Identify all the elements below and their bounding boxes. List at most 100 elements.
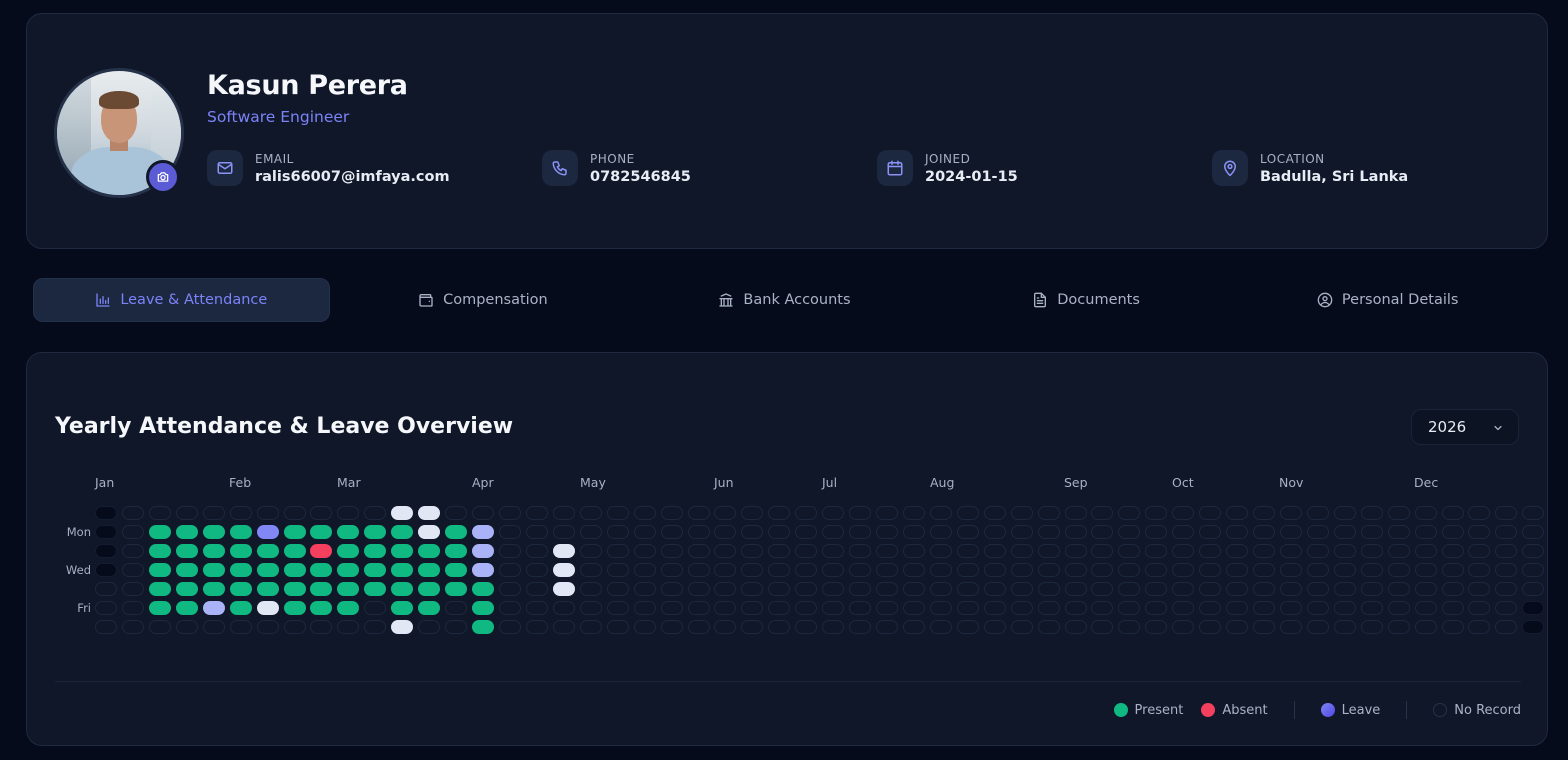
day-cell-no-record[interactable] (1279, 601, 1302, 615)
day-cell-no-record[interactable] (1253, 544, 1275, 558)
day-cell-no-record[interactable] (876, 544, 898, 558)
day-cell-no-record[interactable] (1037, 506, 1060, 520)
day-cell-no-record[interactable] (1468, 620, 1491, 634)
day-cell-no-record[interactable] (633, 506, 656, 520)
day-cell-no-record[interactable] (1441, 582, 1464, 596)
day-cell-no-record[interactable] (902, 544, 925, 558)
change-photo-button[interactable] (146, 160, 180, 194)
day-cell-no-record[interactable] (983, 506, 1006, 520)
day-cell-no-record[interactable] (1172, 582, 1195, 596)
day-cell-no-record[interactable] (1064, 544, 1087, 558)
day-cell-no-record[interactable] (1118, 601, 1141, 615)
day-cell-no-record[interactable] (929, 620, 952, 634)
day-cell-no-record[interactable] (1306, 582, 1329, 596)
day-cell-no-record[interactable] (902, 525, 925, 539)
day-cell-no-record[interactable] (633, 601, 656, 615)
day-cell-no-record[interactable] (445, 506, 468, 520)
day-cell-no-record[interactable] (1468, 601, 1491, 615)
day-cell-present[interactable] (175, 563, 198, 577)
day-cell-no-record[interactable] (1522, 544, 1545, 558)
day-cell-leave[interactable] (256, 525, 279, 539)
day-cell-no-record[interactable] (1387, 506, 1410, 520)
day-cell-no-record[interactable] (121, 563, 144, 577)
day-cell-no-record[interactable] (1091, 563, 1114, 577)
day-cell-no-record[interactable] (902, 506, 925, 520)
day-cell-no-record[interactable] (956, 506, 979, 520)
day-cell-no-record[interactable] (876, 601, 898, 615)
day-cell-no-record[interactable] (1226, 544, 1249, 558)
day-cell-no-record[interactable] (525, 563, 548, 577)
day-cell-no-record[interactable] (1064, 506, 1087, 520)
day-cell-no-record[interactable] (1064, 620, 1087, 634)
day-cell-no-record[interactable] (1010, 601, 1033, 615)
day-cell-present[interactable] (202, 582, 225, 596)
day-cell-no-record[interactable] (1360, 525, 1383, 539)
day-cell-no-record[interactable] (795, 544, 818, 558)
day-cell-no-record[interactable] (606, 506, 629, 520)
day-cell-no-record[interactable] (741, 601, 764, 615)
day-cell-no-record[interactable] (1226, 506, 1249, 520)
day-cell-no-record[interactable] (902, 601, 925, 615)
day-cell-no-record[interactable] (1441, 506, 1464, 520)
day-cell-no-record[interactable] (983, 563, 1006, 577)
day-cell-no-record[interactable] (1199, 601, 1222, 615)
day-cell-present[interactable] (472, 582, 494, 596)
day-cell-no-record[interactable] (902, 620, 925, 634)
day-cell-no-record[interactable] (741, 582, 764, 596)
day-cell-present[interactable] (391, 525, 414, 539)
day-cell-no-record[interactable] (687, 620, 710, 634)
day-cell-present[interactable] (256, 544, 279, 558)
day-cell-no-record[interactable] (1091, 582, 1114, 596)
day-cell-no-record[interactable] (1414, 601, 1437, 615)
day-cell-present[interactable] (337, 601, 360, 615)
day-cell-no-record[interactable] (1064, 601, 1087, 615)
day-cell-no-record[interactable] (929, 544, 952, 558)
day-cell-present[interactable] (310, 582, 333, 596)
day-cell-no-record[interactable] (1253, 601, 1275, 615)
day-cell-present[interactable] (175, 582, 198, 596)
day-cell-no-record[interactable] (1010, 544, 1033, 558)
day-cell-no-record[interactable] (956, 563, 979, 577)
day-cell-present[interactable] (229, 525, 252, 539)
day-cell-no-record[interactable] (849, 544, 871, 558)
day-cell-present[interactable] (445, 525, 468, 539)
day-cell-no-record[interactable] (768, 544, 791, 558)
day-cell-no-record[interactable] (229, 620, 252, 634)
day-cell-present[interactable] (175, 544, 198, 558)
day-cell-no-record[interactable] (1387, 601, 1410, 615)
tab-leave-attendance[interactable]: Leave & Attendance (33, 278, 330, 322)
day-cell-no-record[interactable] (1360, 563, 1383, 577)
day-cell-no-record[interactable] (660, 601, 683, 615)
day-cell-present[interactable] (283, 525, 306, 539)
day-cell-no-record[interactable] (1495, 544, 1518, 558)
day-cell-present[interactable] (472, 620, 494, 634)
day-cell-present[interactable] (337, 544, 360, 558)
day-cell-no-record[interactable] (1414, 620, 1437, 634)
day-cell-no-record[interactable] (310, 620, 333, 634)
day-cell-present[interactable] (283, 563, 306, 577)
day-cell-present[interactable] (202, 544, 225, 558)
day-cell-no-record[interactable] (1387, 620, 1410, 634)
day-cell-no-record[interactable] (552, 620, 575, 634)
day-cell-no-record[interactable] (1468, 582, 1491, 596)
day-cell-no-record[interactable] (876, 582, 898, 596)
day-cell-no-record[interactable] (1360, 544, 1383, 558)
day-cell-no-record[interactable] (795, 525, 818, 539)
day-cell-no-record[interactable] (1172, 601, 1195, 615)
day-cell-no-record[interactable] (1333, 620, 1356, 634)
day-cell-no-record[interactable] (175, 620, 198, 634)
day-cell-no-record[interactable] (714, 620, 737, 634)
day-cell-no-record[interactable] (1118, 582, 1141, 596)
day-cell-present[interactable] (229, 601, 252, 615)
day-cell-no-record[interactable] (579, 525, 602, 539)
day-cell-holiday[interactable] (391, 506, 414, 520)
day-cell-no-record[interactable] (1522, 582, 1545, 596)
day-cell-no-record[interactable] (1306, 601, 1329, 615)
day-cell-no-record[interactable] (768, 620, 791, 634)
day-cell-no-record[interactable] (849, 620, 871, 634)
day-cell-present[interactable] (418, 601, 441, 615)
day-cell-present[interactable] (337, 582, 360, 596)
day-cell-no-record[interactable] (1118, 506, 1141, 520)
day-cell-no-record[interactable] (283, 506, 306, 520)
day-cell-no-record[interactable] (1279, 582, 1302, 596)
